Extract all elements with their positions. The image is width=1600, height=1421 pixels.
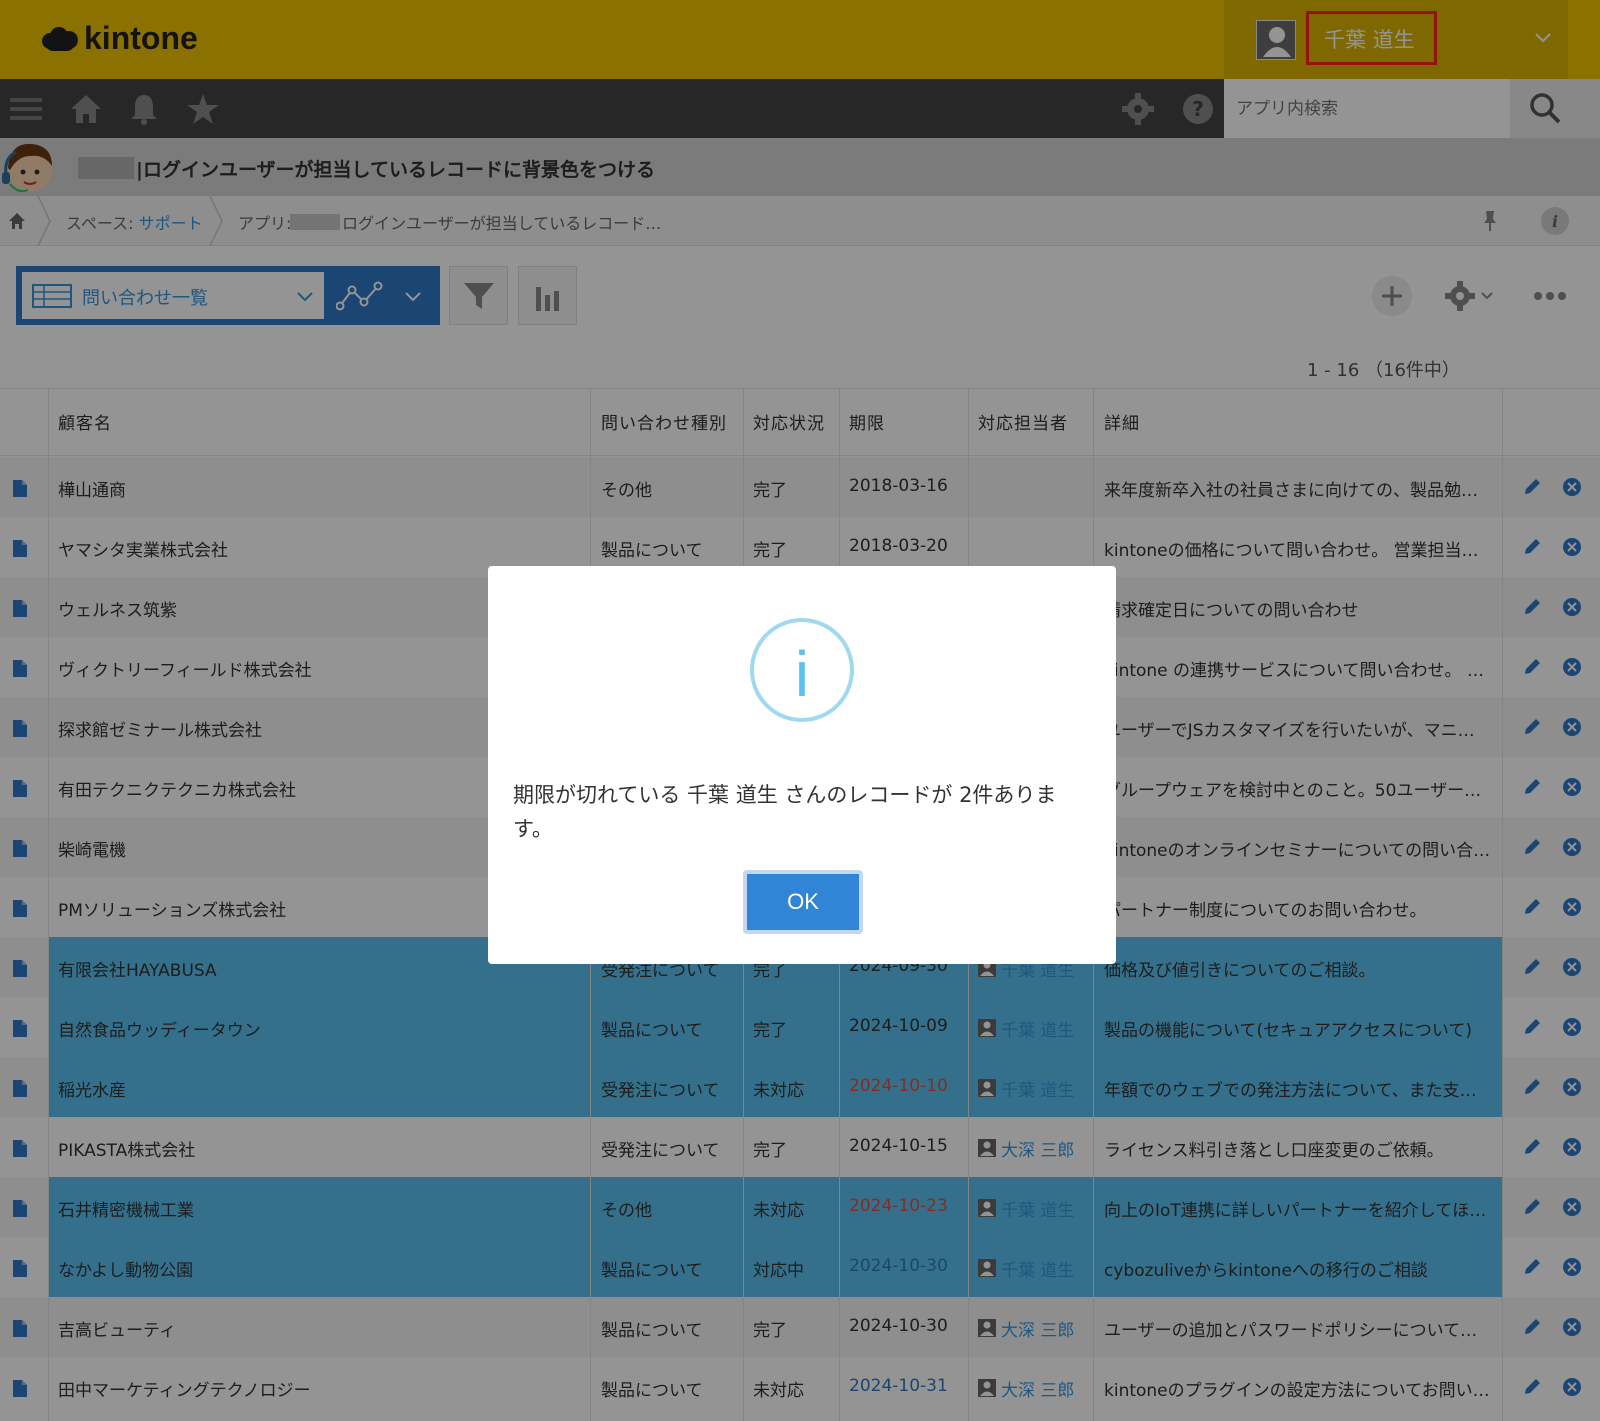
ok-button[interactable]: OK <box>743 870 863 934</box>
info-glyph: i <box>795 638 809 710</box>
dialog-message: 期限が切れている 千葉 道生 さんのレコードが 2件あります。 <box>513 783 1057 841</box>
alert-dialog: i 期限が切れている 千葉 道生 さんのレコードが 2件あります。 OK <box>488 566 1116 964</box>
info-circle-icon: i <box>750 618 854 722</box>
